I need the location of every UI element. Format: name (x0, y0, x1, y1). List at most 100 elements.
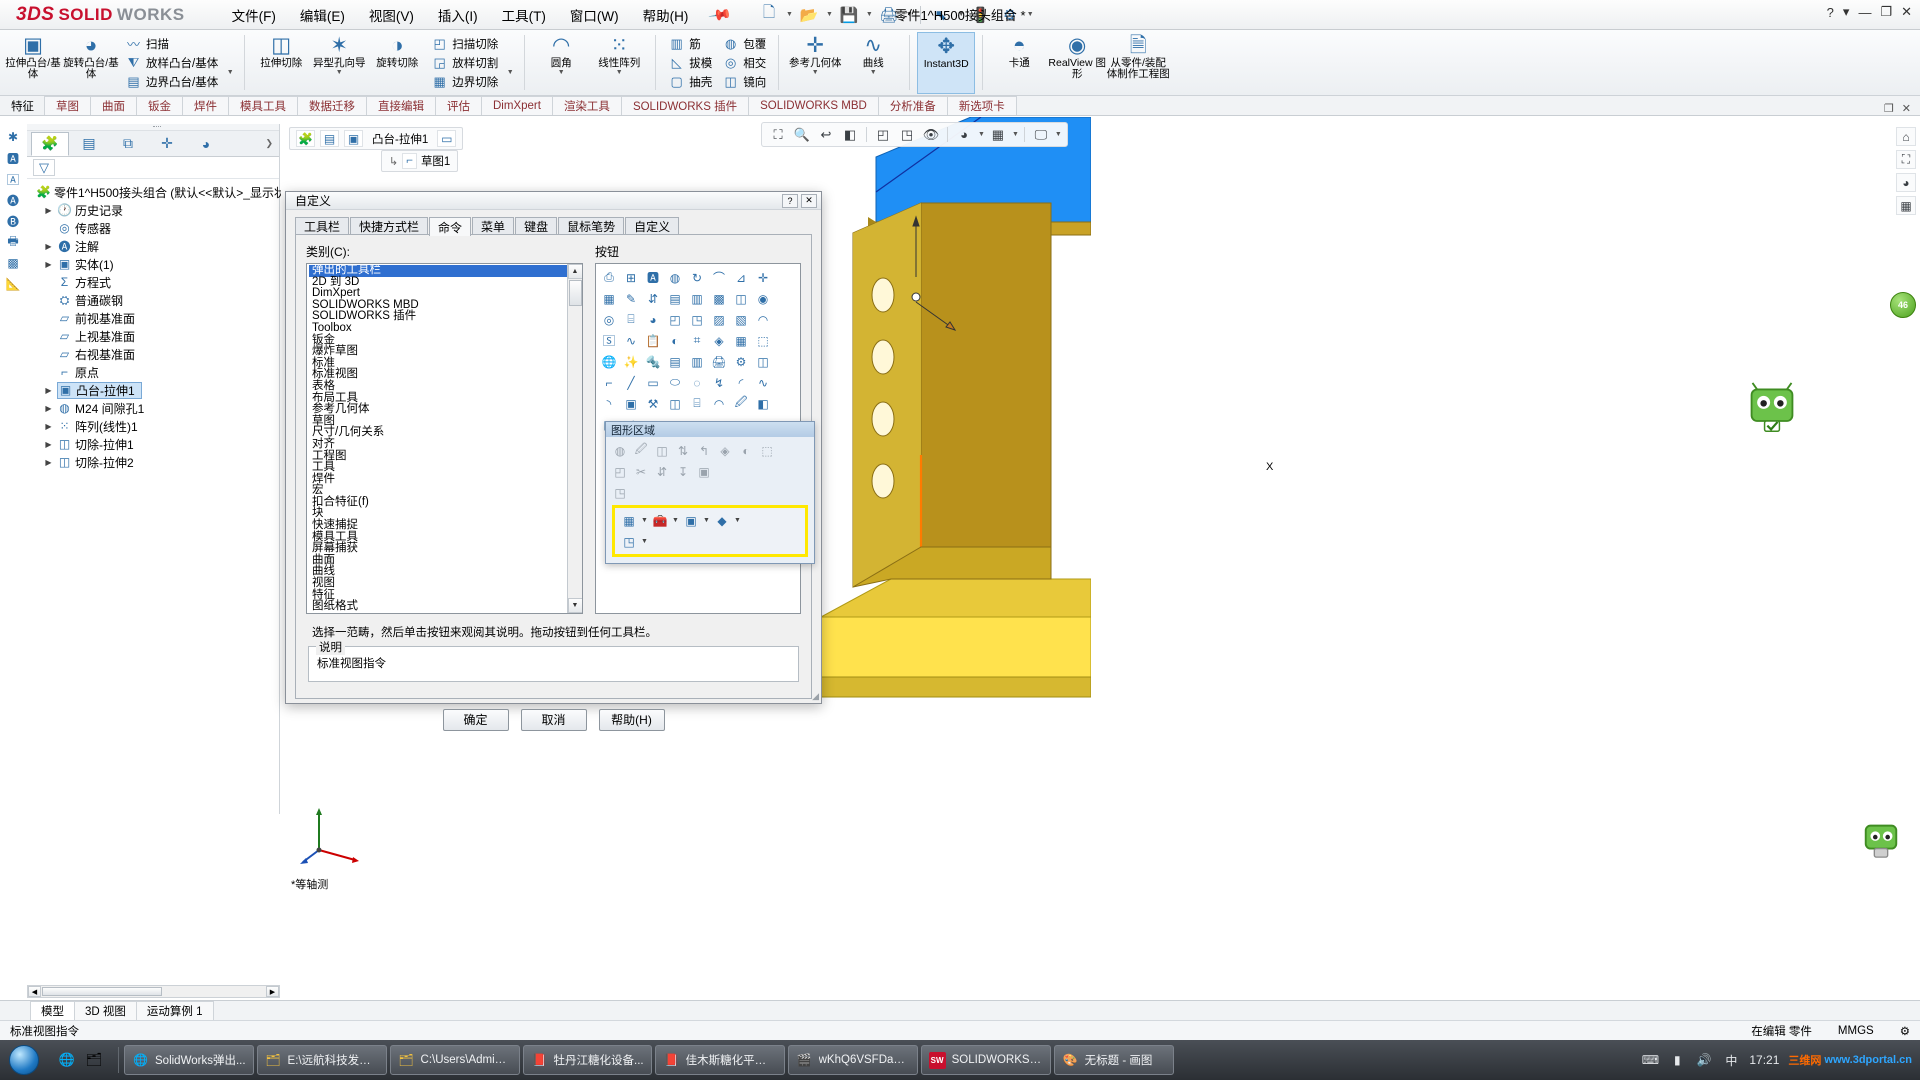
curves-dropdown-icon[interactable]: ▼ (866, 69, 880, 76)
loft-cut-button[interactable]: ◲ 放样切割 (426, 53, 503, 72)
tree-item-boss-extrude1-row[interactable]: ▶ ▣ 凸台-拉伸1 (31, 381, 279, 399)
print-caret-icon[interactable]: ▼ (906, 11, 913, 18)
close-doc-icon[interactable]: ✕ (1902, 102, 1911, 115)
ok-button[interactable]: 确定 (442, 708, 509, 731)
tab-solidworks-addins[interactable]: SOLIDWORKS 插件 (620, 96, 750, 115)
cmd-icon-3-0[interactable]: 🅂 (598, 330, 620, 351)
cmd-icon-3-7[interactable]: ⬚ (752, 330, 774, 351)
linear-pattern-button[interactable]: ⁙ 线性阵列 ▼ (590, 32, 648, 94)
tab-sketch[interactable]: 草图 (44, 96, 91, 115)
folder-icon[interactable]: 🗂 (83, 1049, 105, 1071)
solid-bodies-toggle-icon[interactable]: ▶ (43, 260, 54, 269)
dialog-resize-grip[interactable]: ◢ (812, 691, 819, 702)
boss-extrude1-toggle-icon[interactable]: ▶ (43, 386, 54, 395)
dialog-tab-keyboard[interactable]: 键盘 (515, 217, 558, 235)
hide-show-icon[interactable]: 👁 (920, 125, 942, 144)
options-caret-icon[interactable]: ▼ (1027, 11, 1034, 18)
edit-appearance-icon[interactable]: ◕ (953, 125, 975, 144)
draft-button[interactable]: ◺ 拔模 (663, 53, 717, 72)
taskbar-item-3[interactable]: 📕 牡丹江糖化设备... (522, 1045, 652, 1075)
popup-toolbar-graphics-area[interactable]: 图形区域 ◍ 🖉 ◫ ⇅ ↰ ◈ ◐ ⬚ ◰ ✂ ⇵ ↧ ▣ ◳ ▦ ▼ 🧰 ▼… (605, 421, 815, 564)
appearance-caret-icon[interactable]: ▼ (978, 131, 985, 138)
cut-extrude2-toggle-icon[interactable]: ▶ (43, 458, 54, 467)
zoom-to-fit-icon[interactable]: ⛶ (767, 125, 789, 144)
dialog-help-button[interactable]: ? (782, 193, 798, 208)
dialog-tab-shortcut-bars[interactable]: 快捷方式栏 (350, 217, 429, 235)
popup-icon-1-0[interactable]: ◰ (610, 462, 630, 482)
cmd-icon-2-7[interactable]: ◠ (752, 309, 774, 330)
pattern1-toggle-icon[interactable]: ▶ (43, 422, 54, 431)
table-icon[interactable]: ▦ (619, 511, 639, 531)
appearance-dropdown-icon[interactable]: ▼ (733, 517, 742, 524)
network-tray-icon[interactable]: ▮ (1668, 1051, 1686, 1069)
sweep-cut-button[interactable]: ◰ 扫描切除 (426, 34, 503, 53)
popup-icon-0-1[interactable]: 🖉 (631, 441, 651, 461)
ime-tray-icon[interactable]: 中 (1722, 1051, 1740, 1069)
popup-icon-0-5[interactable]: ◈ (715, 441, 735, 461)
3d-view-icon[interactable]: ▣ (681, 511, 701, 531)
close-button[interactable]: ✕ (1901, 4, 1912, 20)
add-annotation-icon[interactable]: 🅐 (3, 191, 23, 209)
extrude-cut-button[interactable]: ◫ 拉伸切除 (252, 32, 310, 94)
popup-icon-0-4[interactable]: ↰ (694, 441, 714, 461)
menu-help[interactable]: 帮助(H) (632, 1, 700, 29)
cmd-icon-5-3[interactable]: ⬭ (664, 372, 686, 393)
cmd-icon-0-3[interactable]: ◍ (664, 267, 686, 288)
cmd-icon-3-1[interactable]: ∿ (620, 330, 642, 351)
category-item-22[interactable]: 快速捕捉 (309, 519, 567, 532)
mirror-button[interactable]: ◫ 镜向 (717, 72, 771, 91)
intersect-button[interactable]: ◎ 相交 (717, 53, 771, 72)
cmd-icon-5-4[interactable]: ◌ (686, 372, 708, 393)
tab-sheetmetal[interactable]: 钣金 (136, 96, 183, 115)
cmd-icon-1-3[interactable]: ▤ (664, 288, 686, 309)
tree-item-solid-bodies[interactable]: ▶ ▣ 实体(1) (31, 255, 279, 273)
tree-item-boss-extrude1[interactable]: ▣ 凸台-拉伸1 (57, 381, 142, 399)
linear-pattern-dropdown-icon[interactable]: ▼ (612, 69, 626, 76)
tab-datamigration[interactable]: 数据迁移 (297, 96, 367, 115)
category-scrollbar[interactable]: ▲ ▼ (567, 264, 582, 613)
status-units-text[interactable]: MMGS (1838, 1025, 1874, 1037)
category-item-18[interactable]: 焊件 (309, 473, 567, 486)
scene-caret-icon[interactable]: ▼ (1012, 131, 1019, 138)
revolve-cut-button[interactable]: ◑ 旋转切除 (368, 32, 426, 94)
filter-icon[interactable]: ▽ (33, 159, 55, 176)
tree-item-material[interactable]: ⛭ 普通碳钢 (31, 291, 279, 309)
taskbar-item-6[interactable]: SW SOLIDWORKS P... (920, 1045, 1051, 1075)
cmd-icon-4-6[interactable]: ⚙ (730, 351, 752, 372)
appearance-side-icon[interactable]: ◕ (1896, 173, 1916, 192)
cmd-icon-5-7[interactable]: ∿ (752, 372, 774, 393)
dialog-tab-customization[interactable]: 自定义 (625, 217, 680, 235)
hole-wizard-dropdown-icon[interactable]: ▼ (332, 69, 346, 76)
select-arrow-icon[interactable]: ⬉ (928, 3, 954, 26)
rebuild-icon[interactable]: 🚦 (968, 3, 994, 26)
cmd-icon-6-4[interactable]: ⌸ (686, 393, 708, 414)
tab-features[interactable]: 特征 (0, 96, 45, 115)
cmd-icon-6-7[interactable]: ◧ (752, 393, 774, 414)
apply-scene-icon[interactable]: ▦ (987, 125, 1009, 144)
revolve-boss-button[interactable]: ◕ 旋转凸台/基体 (62, 32, 120, 94)
cmd-icon-6-3[interactable]: ◫ (664, 393, 686, 414)
popup-icon-1-2[interactable]: ⇵ (652, 462, 672, 482)
boundary-boss-button[interactable]: ▤ 边界凸台/基体 (120, 72, 223, 91)
loft-boss-button[interactable]: ⧨ 放样凸台/基体 (120, 53, 223, 72)
feature-tree-hscrollbar[interactable]: ◀ ▶ (27, 985, 280, 998)
tree-item-cut-extrude2[interactable]: ▶ ◫ 切除-拉伸2 (31, 453, 279, 471)
cmd-icon-6-6[interactable]: 🖉 (730, 393, 752, 414)
print-annotation-icon[interactable]: 🖶 (3, 233, 23, 251)
taskbar-item-0[interactable]: 🌐 SolidWorks弹出... (124, 1045, 254, 1075)
tab-rendertools[interactable]: 渲染工具 (551, 96, 622, 115)
tree-root[interactable]: 🧩 零件1^H500接头组合 (默认<<默认>_显示状态 1> (31, 183, 315, 201)
print-icon[interactable]: 🖨 (876, 3, 902, 26)
dialog-tab-toolbars[interactable]: 工具栏 (295, 217, 350, 235)
cmd-icon-5-1[interactable]: ╱ (620, 372, 642, 393)
options-gear-icon[interactable]: ⚙ (997, 3, 1023, 26)
zoom-to-area-icon[interactable]: 🔍 (791, 125, 813, 144)
instant3d-button[interactable]: ✥ Instant3D (917, 31, 976, 94)
popup-icon-0-2[interactable]: ◫ (652, 441, 672, 461)
cmd-icon-6-2[interactable]: ⚒ (642, 393, 664, 414)
scroll-thumb[interactable] (568, 280, 582, 306)
scene-side-icon[interactable]: ▦ (1896, 196, 1916, 215)
dialog-tab-menus[interactable]: 菜单 (472, 217, 515, 235)
popup-icon-0-7[interactable]: ⬚ (757, 441, 777, 461)
section-view-icon[interactable]: ◧ (839, 125, 861, 144)
